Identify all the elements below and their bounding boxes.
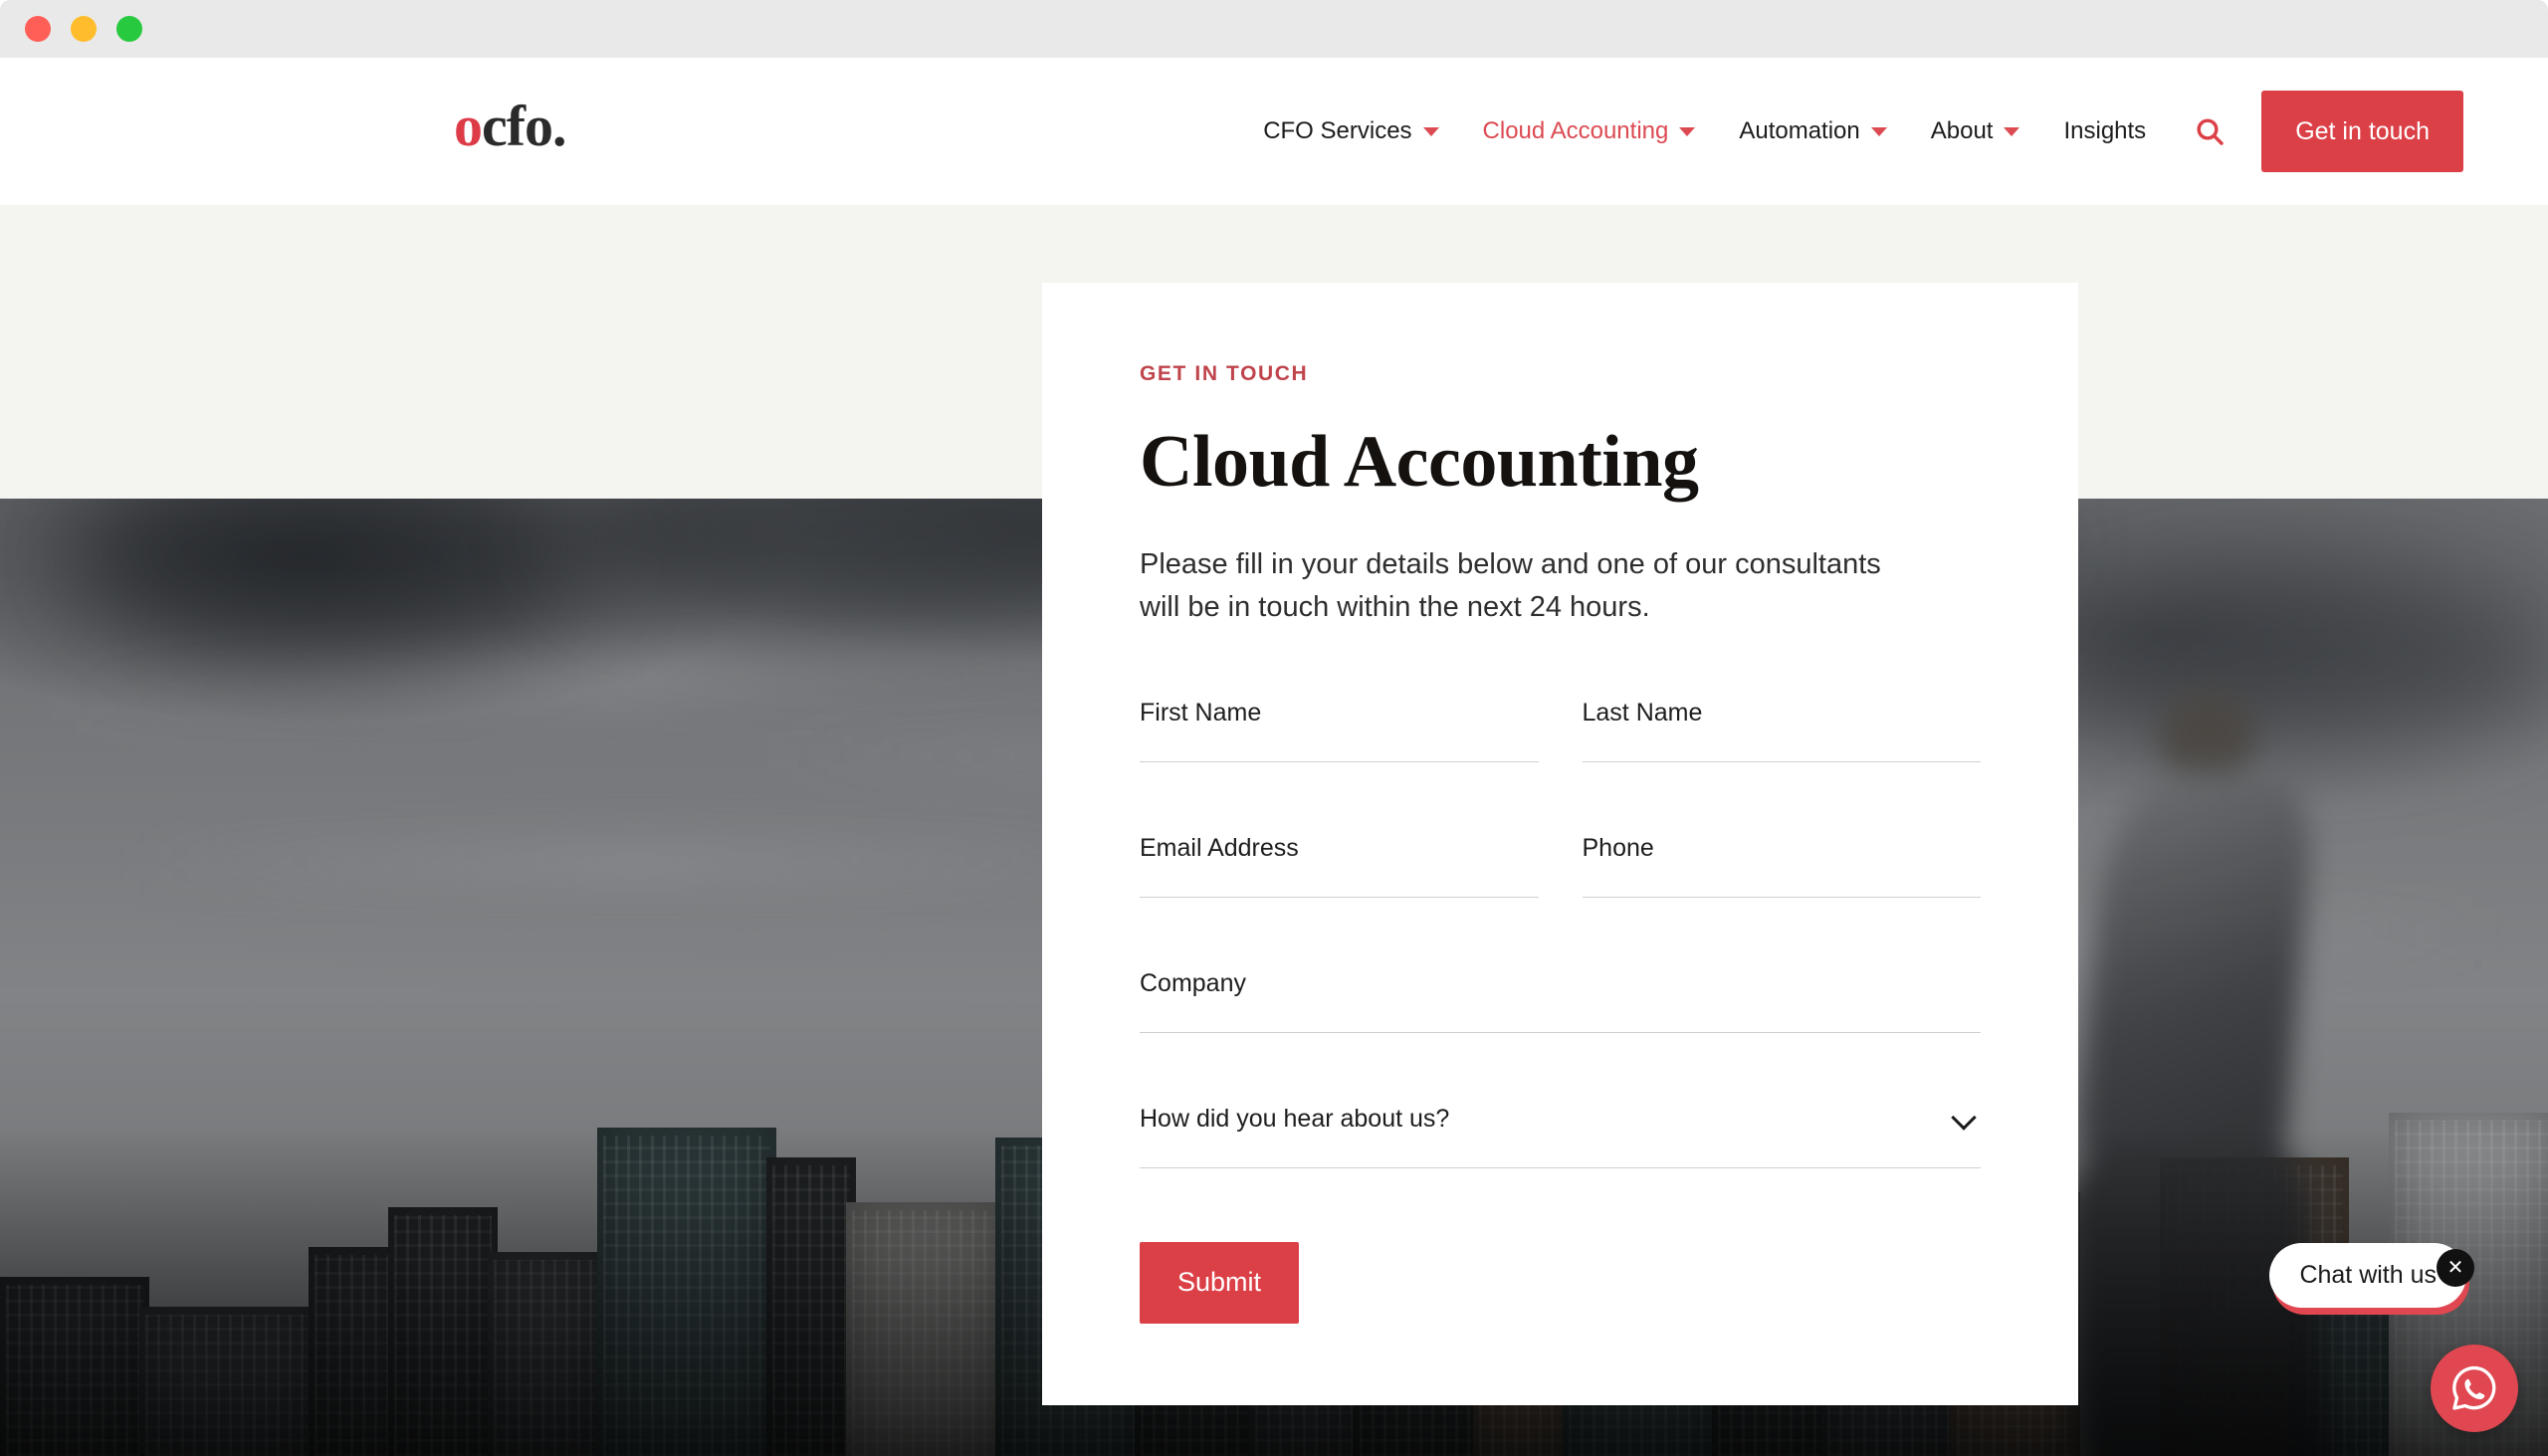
field-underline — [1140, 760, 1539, 762]
close-icon[interactable]: ✕ — [2437, 1249, 2474, 1287]
nav-label-cloud-accounting: Cloud Accounting — [1482, 117, 1669, 144]
chat-pill-wrap: Chat with us ✕ — [2269, 1243, 2474, 1308]
email-input[interactable] — [1140, 833, 1539, 896]
how-did-you-hear-label: How did you hear about us? — [1140, 1104, 1450, 1133]
main-navigation: CFO Services Cloud Accounting Automation… — [1263, 58, 2548, 205]
chat-with-us-button[interactable]: Chat with us — [2269, 1243, 2466, 1308]
nav-label-cfo-services: CFO Services — [1263, 117, 1412, 144]
form-row-contact: Email Address Phone — [1140, 833, 1981, 898]
chevron-down-icon — [2004, 126, 2020, 136]
field-underline — [1582, 896, 1981, 898]
logo-text: cfo. — [482, 94, 567, 158]
contact-form-card: GET IN TOUCH Cloud Accounting Please fil… — [1042, 283, 2078, 1405]
form-row-company: Company — [1140, 968, 1981, 1033]
nav-item-cloud-accounting[interactable]: Cloud Accounting — [1483, 117, 1696, 145]
phone-input[interactable] — [1582, 833, 1981, 896]
field-last-name: Last Name — [1582, 698, 1981, 762]
last-name-input[interactable] — [1582, 698, 1981, 760]
nav-label-about: About — [1930, 117, 1994, 144]
company-input[interactable] — [1140, 968, 1981, 1031]
logo-letter-o: o — [454, 94, 483, 158]
field-phone: Phone — [1582, 833, 1981, 898]
field-underline — [1140, 896, 1539, 898]
page-title: Cloud Accounting — [1140, 421, 1699, 503]
cloud-streak — [127, 843, 1147, 882]
nav-item-automation[interactable]: Automation — [1739, 117, 1887, 145]
nav-label-automation: Automation — [1739, 117, 1860, 144]
nav-item-cfo-services[interactable]: CFO Services — [1263, 117, 1439, 145]
chevron-down-icon — [1679, 126, 1696, 136]
window-maximize-button[interactable] — [116, 16, 142, 42]
whatsapp-icon[interactable] — [2431, 1345, 2518, 1432]
nav-item-insights[interactable]: Insights — [2063, 117, 2146, 145]
first-name-input[interactable] — [1140, 698, 1539, 760]
site-header: ocfo. CFO Services Cloud Accounting Auto… — [0, 58, 2548, 205]
submit-button[interactable]: Submit — [1140, 1241, 1300, 1324]
field-first-name: First Name — [1140, 698, 1539, 762]
field-underline — [1582, 760, 1981, 762]
field-company: Company — [1140, 968, 1981, 1033]
chevron-down-icon — [1422, 126, 1439, 136]
field-how-did-you-hear[interactable]: How did you hear about us? — [1140, 1105, 1981, 1168]
nav-label-insights: Insights — [2063, 117, 2147, 144]
search-icon[interactable] — [2194, 115, 2226, 147]
form-row-name: First Name Last Name — [1140, 698, 1981, 762]
form-description: Please fill in your details below and on… — [1140, 547, 1881, 623]
field-email: Email Address — [1140, 833, 1539, 898]
contact-form: First Name Last Name Email Address Phone… — [1140, 698, 1981, 1324]
nav-item-about[interactable]: About — [1931, 117, 2020, 145]
traffic-lights — [25, 16, 142, 42]
chevron-down-icon — [1870, 126, 1887, 136]
get-in-touch-button[interactable]: Get in touch — [2261, 91, 2463, 172]
chat-widget: Chat with us ✕ — [2269, 1243, 2518, 1432]
site-logo[interactable]: ocfo. — [454, 98, 567, 155]
page-viewport: ocfo. CFO Services Cloud Accounting Auto… — [0, 58, 2548, 1456]
form-eyebrow: GET IN TOUCH — [1140, 362, 1309, 385]
window-minimize-button[interactable] — [71, 16, 97, 42]
window-close-button[interactable] — [25, 16, 51, 42]
field-underline — [1140, 1166, 1981, 1168]
field-underline — [1140, 1031, 1981, 1033]
browser-chrome — [0, 0, 2548, 58]
